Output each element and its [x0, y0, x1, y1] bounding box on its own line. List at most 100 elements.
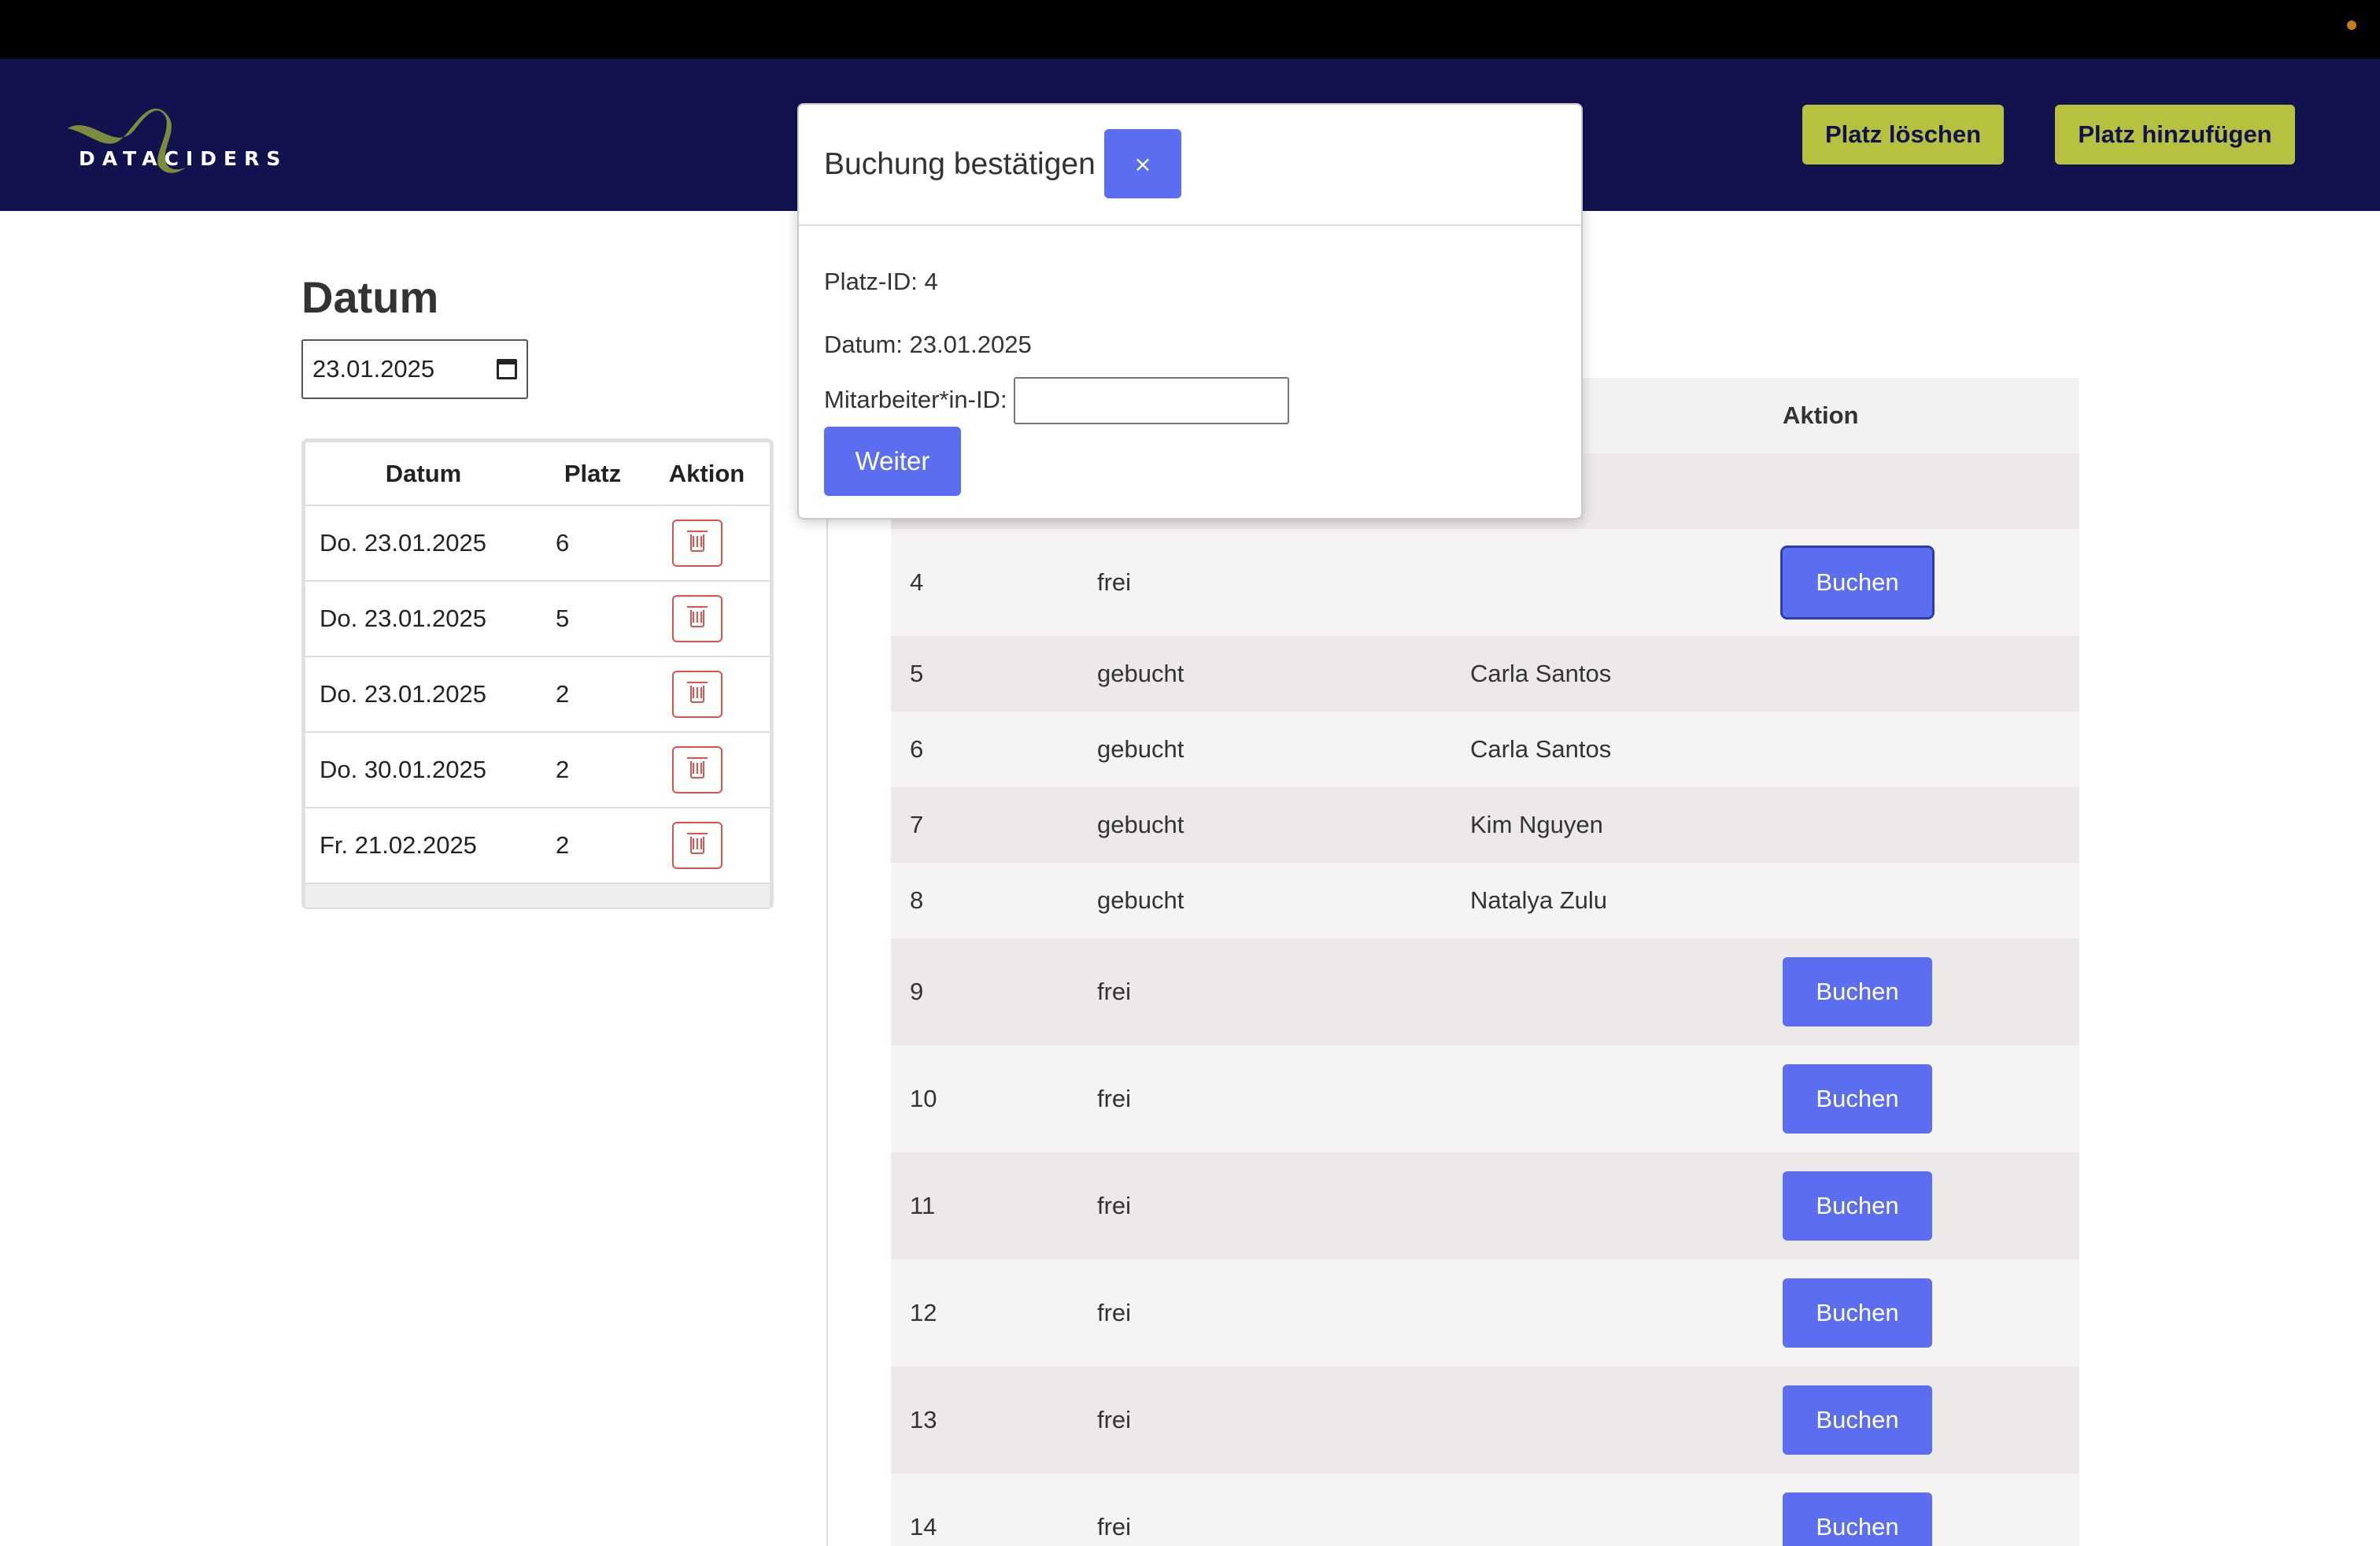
delete-seat-button[interactable]: Platz löschen	[1802, 105, 2004, 165]
booking-action-cell	[644, 656, 770, 733]
booking-seat: 2	[541, 732, 644, 808]
seat-action-cell: Buchen	[1783, 938, 2079, 1045]
seat-employee	[1470, 1045, 1783, 1152]
seat-status: frei	[1097, 529, 1470, 636]
book-seat-button[interactable]: Buchen	[1783, 1278, 1932, 1348]
trash-icon	[687, 757, 708, 779]
booking-date: Do. 30.01.2025	[305, 732, 541, 808]
booking-action-cell	[644, 808, 770, 884]
book-seat-button[interactable]: Buchen	[1783, 957, 1932, 1026]
seat-employee	[1470, 938, 1783, 1045]
add-seat-button[interactable]: Platz hinzufügen	[2055, 105, 2295, 165]
booking-date: Do. 23.01.2025	[305, 656, 541, 733]
book-seat-button[interactable]: Buchen	[1780, 546, 1935, 620]
seat-id: 8	[891, 863, 1097, 938]
seat-id: 5	[891, 636, 1097, 712]
trash-icon	[687, 833, 708, 854]
seat-row: 11 frei Buchen	[891, 1152, 2079, 1259]
dialog-header: Buchung bestätigen ×	[799, 105, 1581, 226]
bookings-scrollbar[interactable]	[305, 884, 770, 908]
column-header-action: Aktion	[1783, 378, 2079, 453]
seat-employee: Natalya Zulu	[1470, 863, 1783, 938]
delete-booking-button[interactable]	[672, 520, 722, 567]
seat-employee	[1470, 1474, 1783, 1546]
column-header-action: Aktion	[644, 442, 770, 506]
seat-status: gebucht	[1097, 636, 1470, 712]
seat-id: 13	[891, 1367, 1097, 1474]
calendar-icon[interactable]	[497, 359, 517, 379]
seat-action-cell	[1783, 863, 2079, 938]
seat-id: 9	[891, 938, 1097, 1045]
seat-id: 14	[891, 1474, 1097, 1546]
delete-booking-button[interactable]	[672, 822, 722, 869]
seat-action-cell: Buchen	[1783, 1474, 2079, 1546]
booking-seat: 2	[541, 656, 644, 733]
dialog-next-button[interactable]: Weiter	[824, 427, 961, 496]
booking-action-cell	[644, 732, 770, 808]
seat-row: 12 frei Buchen	[891, 1259, 2079, 1367]
seat-status: gebucht	[1097, 863, 1470, 938]
seat-status: frei	[1097, 1474, 1470, 1546]
booking-date: Do. 23.01.2025	[305, 581, 541, 657]
my-bookings-header-row: Datum Platz Aktion	[305, 442, 770, 506]
column-header-date: Datum	[305, 442, 541, 506]
seat-action-cell	[1783, 453, 2079, 529]
delete-booking-button[interactable]	[672, 595, 722, 642]
dialog-seat-id: Platz-ID: 4	[824, 268, 938, 295]
seat-action-cell: Buchen	[1783, 1152, 2079, 1259]
booking-date: Fr. 21.02.2025	[305, 808, 541, 884]
booking-row: Do. 23.01.2025 2	[305, 656, 770, 733]
book-seat-button[interactable]: Buchen	[1783, 1492, 1932, 1546]
booking-row: Do. 30.01.2025 2	[305, 732, 770, 808]
date-section-title: Datum	[301, 272, 439, 322]
booking-seat: 6	[541, 505, 644, 582]
seat-status: frei	[1097, 1045, 1470, 1152]
seat-id: 4	[891, 529, 1097, 636]
seat-row: 7 gebucht Kim Nguyen	[891, 787, 2079, 863]
delete-booking-button[interactable]	[672, 746, 722, 793]
book-seat-button[interactable]: Buchen	[1783, 1385, 1932, 1455]
booking-action-cell	[644, 505, 770, 582]
seat-id: 7	[891, 787, 1097, 863]
seat-employee	[1470, 1367, 1783, 1474]
seat-action-cell	[1783, 787, 2079, 863]
booking-row: Do. 23.01.2025 6	[305, 505, 770, 582]
book-seat-button[interactable]: Buchen	[1783, 1171, 1932, 1241]
seat-status: frei	[1097, 1259, 1470, 1367]
booking-row: Do. 23.01.2025 5	[305, 581, 770, 657]
booking-date: Do. 23.01.2025	[305, 505, 541, 582]
date-picker-value: 23.01.2025	[312, 355, 435, 383]
my-bookings-table: Datum Platz Aktion Do. 23.01.2025 6 Do. …	[305, 442, 770, 884]
seat-status: frei	[1097, 938, 1470, 1045]
seat-id: 6	[891, 712, 1097, 787]
seat-row: 14 frei Buchen	[891, 1474, 2079, 1546]
book-seat-button[interactable]: Buchen	[1783, 1064, 1932, 1134]
seat-row: 6 gebucht Carla Santos	[891, 712, 2079, 787]
seat-row: 5 gebucht Carla Santos	[891, 636, 2079, 712]
booking-action-cell	[644, 581, 770, 657]
dialog-close-button[interactable]: ×	[1104, 129, 1181, 198]
booking-confirm-dialog: Buchung bestätigen × Platz-ID: 4 Datum: …	[797, 103, 1583, 520]
seat-employee	[1470, 1152, 1783, 1259]
dataciders-logo: DATACIDERS	[60, 98, 280, 185]
trash-icon	[687, 606, 708, 627]
seat-employee	[1470, 529, 1783, 636]
booking-row: Fr. 21.02.2025 2	[305, 808, 770, 884]
seat-employee: Kim Nguyen	[1470, 787, 1783, 863]
booking-seat: 5	[541, 581, 644, 657]
trash-icon	[687, 531, 708, 552]
seat-status: gebucht	[1097, 712, 1470, 787]
delete-booking-button[interactable]	[672, 671, 722, 718]
seat-status: frei	[1097, 1152, 1470, 1259]
seat-row: 4 frei Buchen	[891, 529, 2079, 636]
seat-action-cell	[1783, 712, 2079, 787]
date-picker-input[interactable]: 23.01.2025	[301, 339, 528, 399]
seat-id: 11	[891, 1152, 1097, 1259]
employee-id-input[interactable]	[1014, 377, 1289, 424]
logo-swoosh-icon	[68, 109, 186, 173]
booking-seat: 2	[541, 808, 644, 884]
trash-icon	[687, 682, 708, 703]
seat-action-cell: Buchen	[1783, 1259, 2079, 1367]
seat-action-cell	[1783, 636, 2079, 712]
employee-id-label: Mitarbeiter*in-ID:	[824, 386, 1007, 413]
